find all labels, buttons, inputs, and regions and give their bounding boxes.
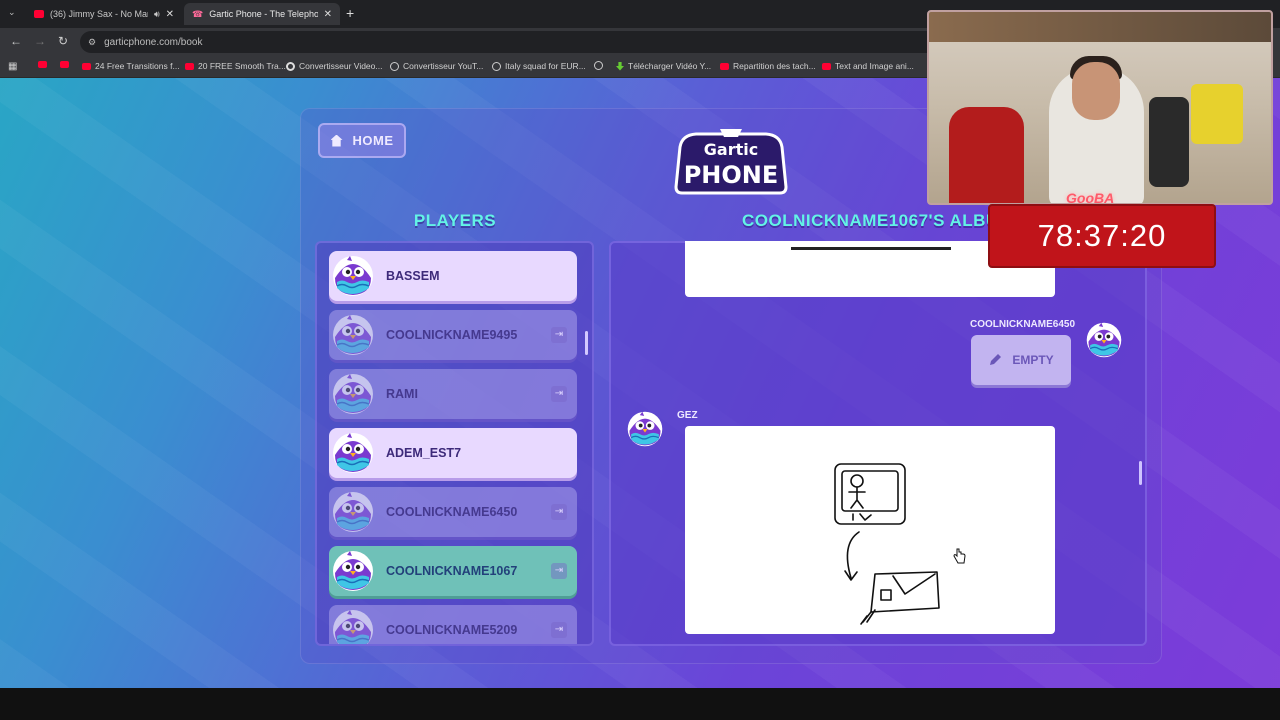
avatar — [331, 313, 375, 357]
kick-player-icon[interactable]: ⇥ — [551, 504, 567, 520]
webcam-overlay: GooBA — [927, 10, 1273, 205]
close-tab-icon[interactable]: ✕ — [166, 9, 174, 20]
avatar — [331, 608, 375, 646]
youtube-icon — [822, 62, 831, 70]
webcam-jersey — [1191, 84, 1243, 144]
youtube-icon — [60, 61, 69, 68]
youtube-icon — [185, 62, 194, 70]
download-icon — [616, 61, 624, 71]
avatar — [331, 254, 375, 298]
tab-youtube[interactable]: (36) Jimmy Sax - No Man N 🔊︎ ✕ — [26, 3, 182, 25]
tab-title: (36) Jimmy Sax - No Man N — [50, 9, 148, 19]
avatar — [331, 490, 375, 534]
globe-icon — [286, 61, 295, 71]
streamer-brand: GooBA — [1066, 190, 1115, 205]
bookmark[interactable] — [38, 61, 51, 68]
youtube-icon — [82, 62, 91, 70]
close-tab-icon[interactable]: ✕ — [324, 9, 332, 20]
avatar — [331, 549, 375, 593]
players-scrollbar[interactable] — [585, 331, 588, 355]
kick-player-icon[interactable]: ⇥ — [551, 622, 567, 638]
bookmark[interactable]: Repartition des tach... — [720, 61, 816, 71]
player-card[interactable]: COOLNICKNAME5209 ⇥ — [329, 605, 577, 646]
hand-cursor-icon — [953, 548, 966, 564]
player-name: COOLNICKNAME6450 — [386, 505, 518, 519]
globe-icon — [390, 61, 399, 71]
url-text: garticphone.com/book — [104, 36, 203, 48]
bookmark[interactable]: 20 FREE Smooth Tra... — [185, 61, 286, 71]
home-label: HOME — [352, 133, 394, 148]
drawing-canvas — [685, 426, 1055, 634]
reload-icon[interactable]: ↻ — [58, 34, 68, 48]
player-card[interactable]: RAMI ⇥ — [329, 369, 577, 419]
empty-label: EMPTY — [1012, 353, 1054, 367]
stream-timer: 78:37:20 — [988, 204, 1216, 268]
site-info-icon[interactable]: ⚙ — [88, 37, 96, 48]
player-name: COOLNICKNAME5209 — [386, 623, 518, 637]
apps-icon[interactable]: ▦ — [8, 61, 17, 72]
bookmark[interactable]: Text and Image ani... — [822, 61, 914, 71]
bookmark[interactable]: Convertisseur Video... — [286, 61, 382, 71]
bookmark[interactable]: Télécharger Vidéo Y... — [616, 61, 711, 71]
entry-author: GEZ — [677, 410, 698, 421]
player-card[interactable]: COOLNICKNAME9495 ⇥ — [329, 310, 577, 360]
player-card[interactable]: COOLNICKNAME1067 ⇥ — [329, 546, 577, 596]
youtube-icon — [38, 61, 47, 68]
webcam-shelf — [929, 12, 1271, 42]
bookmark[interactable]: Convertisseur YouT... — [390, 61, 483, 71]
player-name: COOLNICKNAME9495 — [386, 328, 518, 342]
kick-player-icon[interactable]: ⇥ — [551, 386, 567, 402]
drawing — [834, 463, 940, 625]
avatar — [1085, 321, 1123, 359]
player-name: BASSEM — [386, 269, 440, 283]
youtube-icon — [720, 62, 729, 70]
tab-gartic[interactable]: ☎ Gartic Phone - The Telephone G ✕ — [184, 3, 340, 25]
globe-icon — [594, 61, 603, 70]
album-scrollbar[interactable] — [1139, 461, 1142, 485]
new-tab-button[interactable]: + — [346, 5, 354, 21]
player-name: RAMI — [386, 387, 418, 401]
taskbar-strip — [0, 688, 1280, 720]
player-card[interactable]: ADEM_EST7 — [329, 428, 577, 478]
speaker-icon[interactable]: 🔊︎ — [154, 9, 160, 20]
player-card[interactable]: COOLNICKNAME6450 ⇥ — [329, 487, 577, 537]
globe-icon — [492, 61, 501, 71]
phone-icon: ☎ — [192, 8, 204, 19]
logo-top-text: Gartic — [704, 140, 758, 159]
back-icon[interactable]: ← — [10, 34, 22, 48]
kick-player-icon[interactable]: ⇥ — [551, 327, 567, 343]
avatar — [331, 431, 375, 475]
webcam-chair — [1149, 97, 1189, 187]
home-button[interactable]: HOME — [318, 123, 406, 158]
pencil-icon — [990, 354, 1002, 365]
forward-icon[interactable]: → — [34, 34, 46, 48]
tab-list-chevron-icon[interactable]: ⌄ — [8, 7, 16, 18]
drawing-stroke — [791, 247, 951, 250]
album-title: COOLNICKNAME1067'S ALBU — [742, 211, 999, 230]
avatar — [331, 372, 375, 416]
entry-author: COOLNICKNAME6450 — [970, 319, 1076, 330]
address-input[interactable]: ⚙ garticphone.com/book — [80, 31, 940, 53]
bookmark[interactable] — [60, 61, 73, 68]
logo-bottom-text: PHONE — [684, 161, 779, 189]
empty-entry-card: EMPTY — [971, 335, 1071, 385]
tab-title: Gartic Phone - The Telephone G — [209, 9, 318, 19]
player-card[interactable]: BASSEM — [329, 251, 577, 301]
gartic-phone-logo: Gartic PHONE — [674, 129, 788, 195]
players-title: PLAYERS — [413, 211, 497, 230]
youtube-icon — [34, 10, 44, 18]
player-name: COOLNICKNAME1067 — [386, 564, 518, 578]
webcam-face — [1072, 62, 1120, 120]
bookmark[interactable]: Italy squad for EUR... — [492, 61, 586, 71]
player-name: ADEM_EST7 — [386, 446, 462, 460]
webcam-chair — [949, 107, 1024, 203]
kick-player-icon[interactable]: ⇥ — [551, 563, 567, 579]
players-list[interactable]: BASSEM COOLNICKNAME9495 ⇥ RAMI ⇥ ADEM_EST7 COO… — [315, 241, 594, 646]
avatar — [626, 410, 664, 448]
home-icon — [330, 134, 343, 147]
bookmark[interactable] — [594, 61, 607, 70]
bookmark[interactable]: 24 Free Transitions f... — [82, 61, 180, 71]
